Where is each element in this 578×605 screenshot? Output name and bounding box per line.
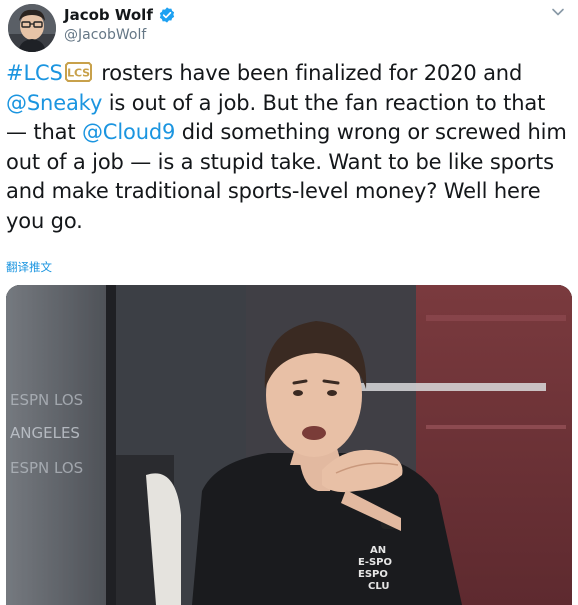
wall-text-mid: ANGELES xyxy=(10,424,80,442)
translate-tweet-link[interactable]: 翻译推文 xyxy=(6,259,52,275)
author-name-row: Jacob Wolf xyxy=(64,6,176,24)
chevron-down-icon[interactable] xyxy=(550,4,566,20)
wall-text-top: ESPN LOS xyxy=(10,391,83,409)
tweet-video[interactable]: ESPN LOS ANGELES ESPN LOS AN E-SPO ESPO … xyxy=(6,285,572,605)
video-frame: ESPN LOS ANGELES ESPN LOS AN E-SPO ESPO … xyxy=(6,285,572,605)
mention-link-cloud9[interactable]: @Cloud9 xyxy=(82,120,175,144)
tweet-text: #LCS LCS rosters have been finalized for… xyxy=(6,59,572,237)
verified-badge-icon xyxy=(158,6,176,24)
lcs-logo-text: LCS xyxy=(67,67,90,80)
hashtag-link-lcs[interactable]: #LCS xyxy=(6,61,63,85)
mention-link-sneaky[interactable]: @Sneaky xyxy=(6,91,102,115)
author-handle[interactable]: @JacobWolf xyxy=(64,26,146,44)
author-display-name[interactable]: Jacob Wolf xyxy=(64,6,153,24)
wall-text-bottom: ESPN LOS xyxy=(10,459,83,477)
tweet-text-part: rosters have been finalized for 2020 and xyxy=(94,61,523,85)
author-avatar[interactable] xyxy=(8,4,56,52)
lcs-logo-icon: LCS xyxy=(64,61,93,82)
tweet-header: Jacob Wolf @JacobWolf xyxy=(0,0,578,60)
